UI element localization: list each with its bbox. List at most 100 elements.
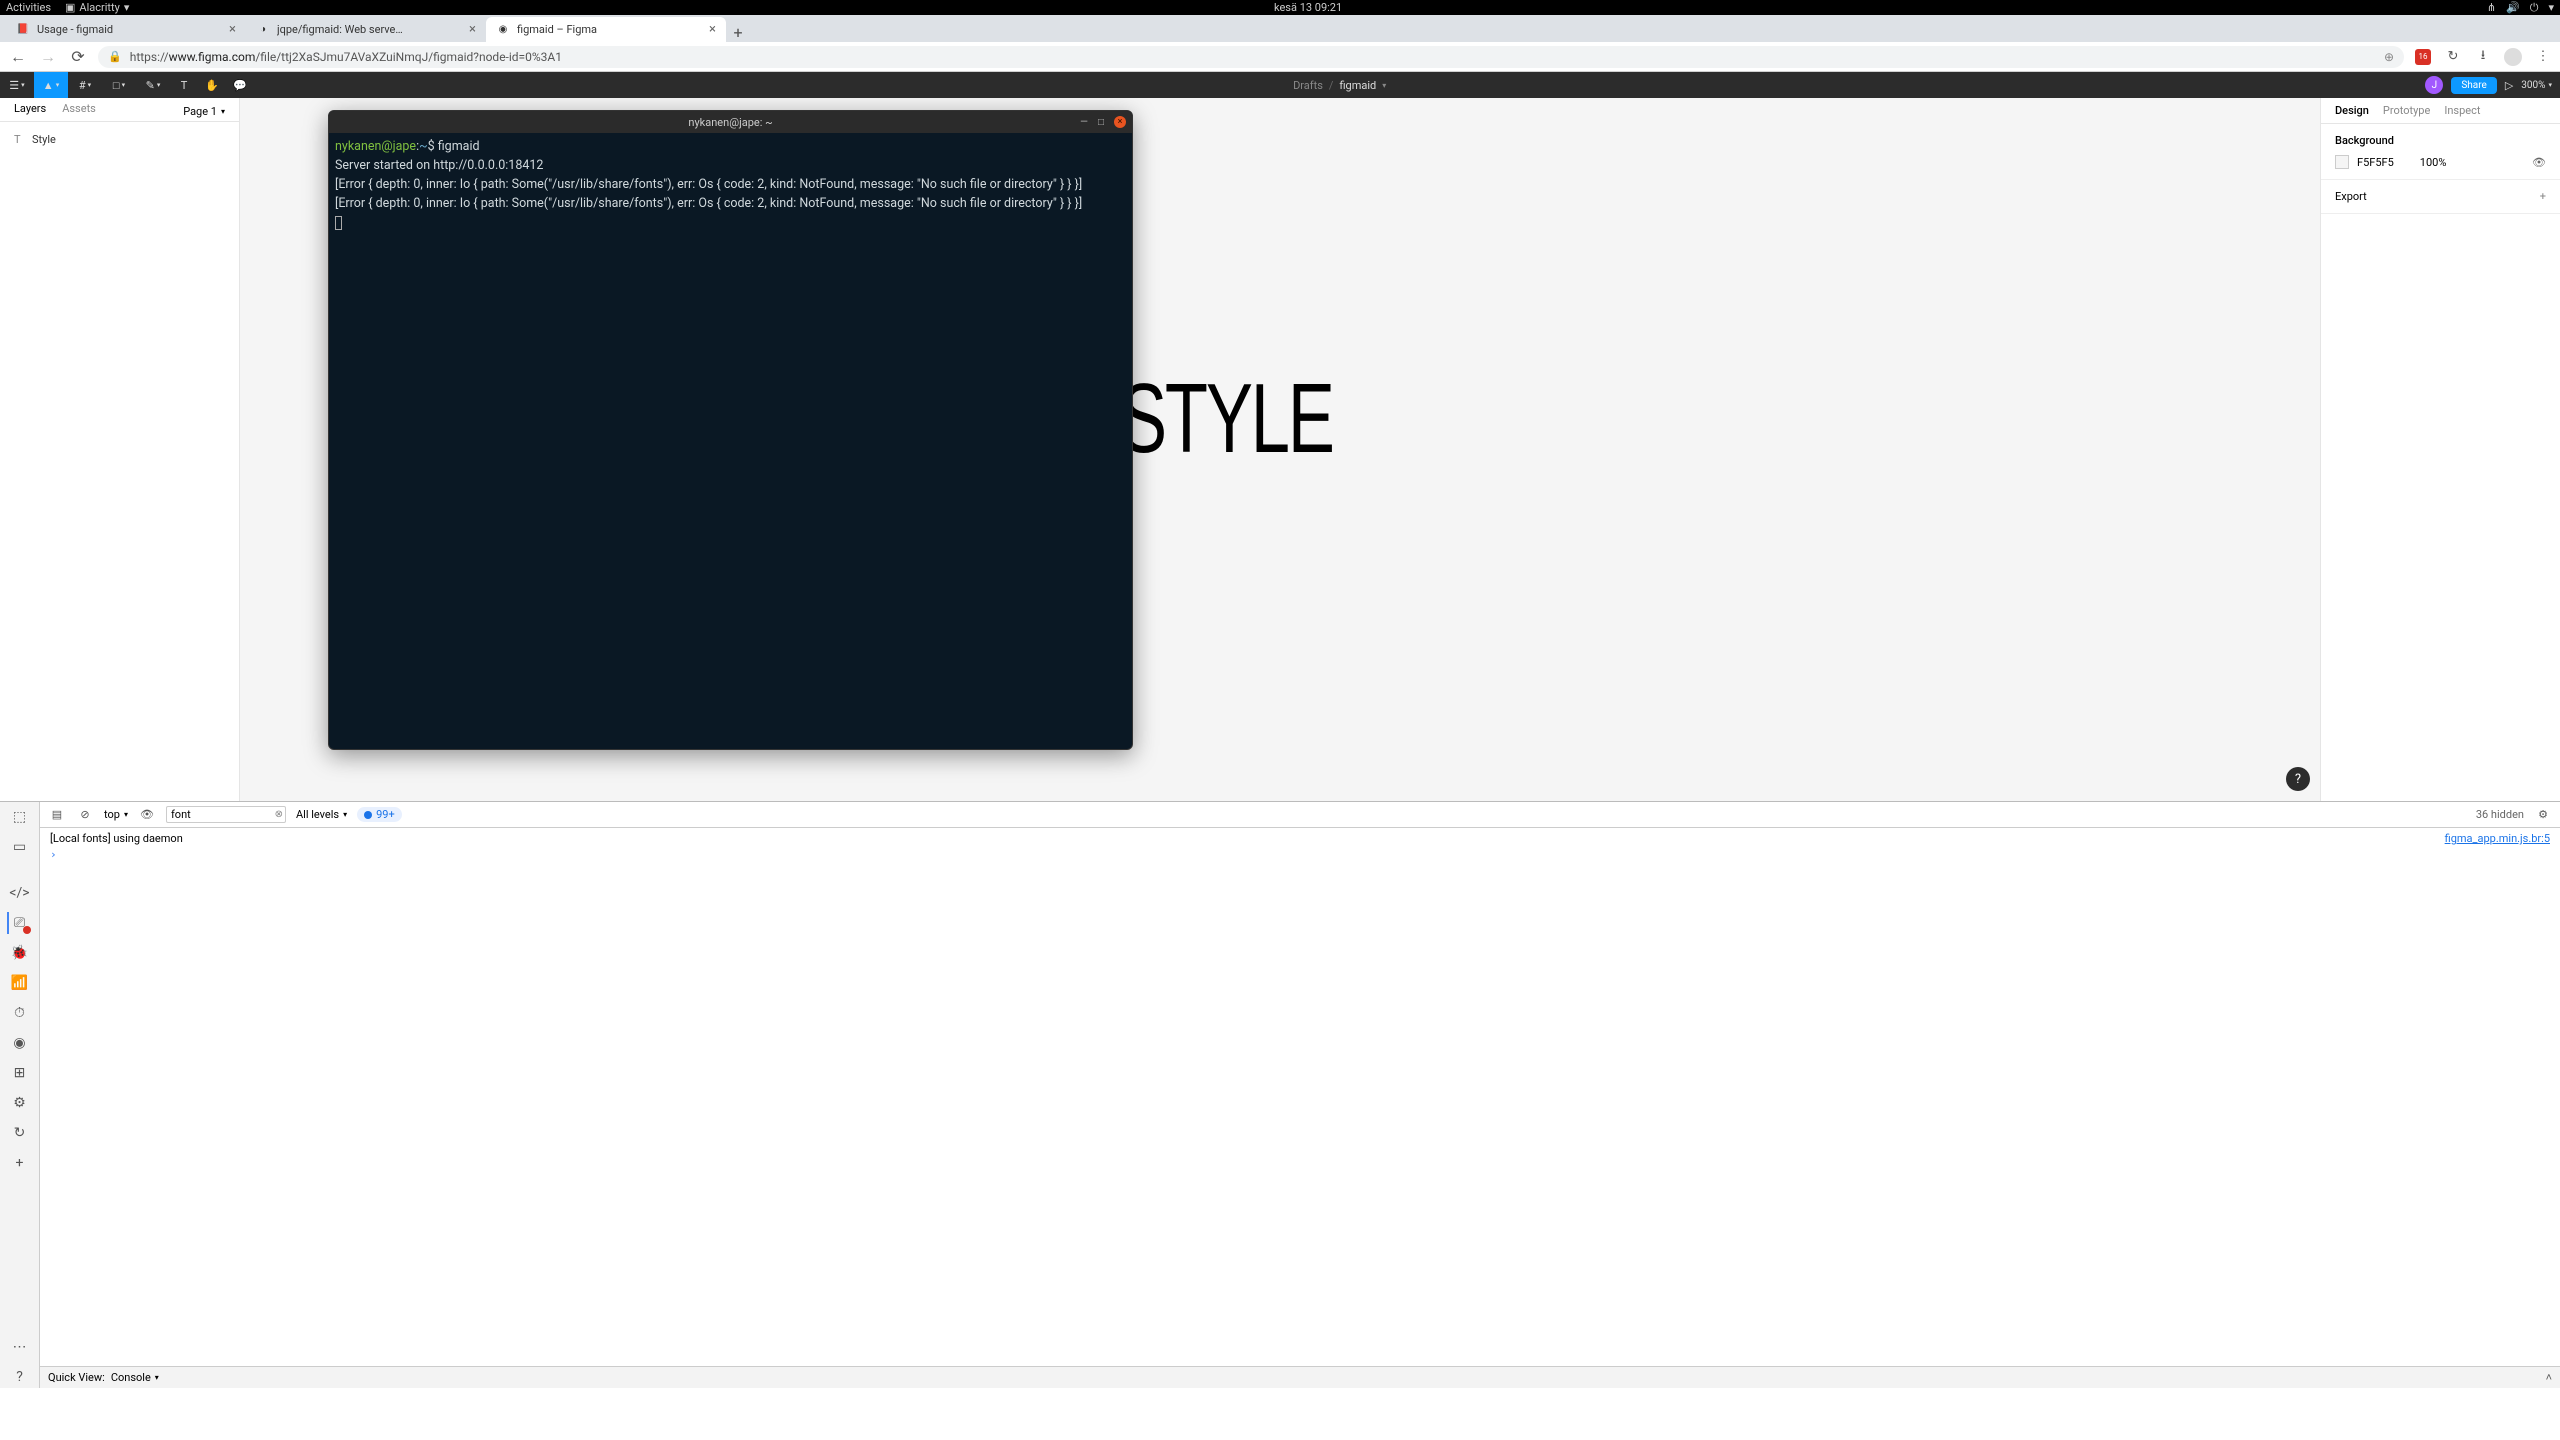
background-opacity[interactable]: 100%	[2420, 156, 2447, 169]
console-panel-icon[interactable]: ⎚	[9, 912, 31, 934]
clear-filter-icon[interactable]: ⊗	[275, 809, 283, 820]
performance-panel-icon[interactable]: ⏱	[9, 1002, 31, 1024]
security-panel-icon[interactable]: ⚙	[9, 1092, 31, 1114]
terminal-body[interactable]: nykanen@jape:~$ figmaid Server started o…	[329, 133, 1132, 749]
gnome-top-bar: Activities ▣ Alacritty ▾ kesä 13 09:21 ⋔…	[0, 0, 2560, 15]
console-filter-input[interactable]	[166, 806, 286, 823]
shape-tool[interactable]: □▾	[102, 72, 136, 98]
device-toolbar-icon[interactable]: ▭	[9, 836, 31, 858]
close-tab-icon[interactable]: ×	[469, 22, 476, 37]
reload-button[interactable]: ⟳	[68, 47, 88, 67]
console-settings-icon[interactable]: ⚙	[2534, 806, 2552, 824]
browser-tab[interactable]: ◑ jqpe/figmaid: Web serve… ×	[246, 17, 486, 42]
help-icon[interactable]: ?	[9, 1366, 31, 1388]
present-button[interactable]: ▷	[2505, 79, 2513, 92]
refresh-ext-icon[interactable]: ↻	[2444, 48, 2462, 66]
sidebar-toggle-icon[interactable]: ▤	[48, 806, 66, 824]
maximize-button[interactable]: □	[1098, 117, 1104, 128]
network-panel-icon[interactable]: 📶	[9, 972, 31, 994]
lock-icon[interactable]: 🔒	[108, 50, 122, 63]
browser-tab-active[interactable]: ◉ figmaid – Figma ×	[486, 17, 726, 42]
log-levels-selector[interactable]: All levels▾	[296, 808, 347, 821]
terminal-titlebar[interactable]: nykanen@jape: ~ — □ ×	[329, 111, 1132, 133]
design-tab[interactable]: Design	[2335, 104, 2369, 123]
hand-tool[interactable]: ✋	[198, 72, 226, 98]
chevron-down-icon[interactable]: ▾	[2548, 1, 2554, 14]
volume-icon[interactable]: 🔊	[2506, 1, 2520, 14]
close-tab-icon[interactable]: ×	[709, 22, 716, 37]
inspect-element-icon[interactable]: ⬚	[9, 806, 31, 828]
sources-panel-icon[interactable]: 🐞	[9, 942, 31, 964]
new-tab-button[interactable]: +	[726, 23, 750, 42]
network-icon[interactable]: ⋔	[2487, 1, 2496, 14]
share-button[interactable]: Share	[2451, 77, 2496, 94]
inspect-tab[interactable]: Inspect	[2444, 104, 2480, 123]
close-tab-icon[interactable]: ×	[229, 22, 236, 37]
background-hex[interactable]: F5F5F5	[2357, 156, 2394, 169]
extension-badge[interactable]: 16	[2414, 48, 2432, 66]
page-selector[interactable]: Page 1▾	[183, 102, 225, 121]
terminal-line: [Error { depth: 0, inner: Io { path: Som…	[335, 177, 1082, 192]
chevron-down-icon[interactable]: ▾	[1382, 81, 1386, 90]
console-log[interactable]: [Local fonts] using daemon figma_app.min…	[40, 828, 2560, 1366]
profile-avatar[interactable]	[2504, 48, 2522, 66]
frame-tool[interactable]: #▾	[68, 72, 102, 98]
figma-canvas[interactable]: STYLE nykanen@jape: ~ — □ × nykanen@jape…	[240, 98, 2320, 801]
application-panel-icon[interactable]: ⊞	[9, 1062, 31, 1084]
forward-button[interactable]: →	[38, 47, 58, 67]
help-button[interactable]: ?	[2286, 767, 2310, 791]
power-icon[interactable]: ⏻	[2530, 1, 2539, 15]
elements-panel-icon[interactable]: </>	[9, 882, 31, 904]
terminal-command: figmaid	[438, 139, 480, 154]
address-bar[interactable]: 🔒 https://www.figma.com/file/ttj2XaSJmu7…	[98, 46, 2404, 68]
devtools-rail: ⬚ ▭ </> ⎚ 🐞 📶 ⏱ ◉ ⊞ ⚙ ↻ + ⋯ ?	[0, 802, 40, 1388]
background-swatch[interactable]	[2335, 155, 2349, 169]
issues-chip[interactable]: 99+	[357, 807, 402, 822]
context-selector[interactable]: top▾	[104, 808, 128, 821]
downloads-icon[interactable]: ⭳	[2474, 48, 2492, 66]
prototype-tab[interactable]: Prototype	[2383, 104, 2430, 123]
source-link[interactable]: figma_app.min.js.br:5	[2445, 832, 2550, 845]
text-layer-icon: T	[14, 133, 24, 146]
zoom-select[interactable]: 300%▾	[2521, 80, 2552, 91]
minimize-button[interactable]: —	[1080, 117, 1088, 128]
close-button[interactable]: ×	[1114, 116, 1126, 128]
comment-tool[interactable]: 💬	[226, 72, 254, 98]
canvas-text-element[interactable]: STYLE	[1120, 374, 1333, 462]
devtools-statusbar: Quick View: Console▾ ˄	[40, 1366, 2560, 1388]
browser-tab[interactable]: 📕 Usage - figmaid ×	[6, 17, 246, 42]
assets-tab[interactable]: Assets	[62, 102, 96, 121]
favicon-book-icon: 📕	[16, 23, 30, 37]
collapse-drawer-icon[interactable]: ˄	[2546, 1371, 2552, 1384]
activities-button[interactable]: Activities	[6, 1, 51, 14]
pen-tool[interactable]: ✎▾	[136, 72, 170, 98]
tab-title: jqpe/figmaid: Web serve…	[277, 23, 462, 36]
layers-tab[interactable]: Layers	[14, 102, 46, 121]
figma-toolbar: ☰▾ ▲▾ #▾ □▾ ✎▾ T ✋ 💬 Drafts / figmaid ▾ …	[0, 72, 2560, 98]
back-button[interactable]: ←	[8, 47, 28, 67]
clock[interactable]: kesä 13 09:21	[129, 1, 2487, 14]
issue-dot-icon	[364, 811, 372, 819]
lighthouse-panel-icon[interactable]: ↻	[9, 1122, 31, 1144]
figma-body: Layers Assets Page 1▾ T Style STYLE nyka…	[0, 98, 2560, 801]
add-export-icon[interactable]: +	[2540, 190, 2546, 203]
visibility-toggle-icon[interactable]: 👁	[2532, 156, 2546, 169]
console-prompt[interactable]: ›	[40, 848, 2560, 861]
figma-menu[interactable]: ☰▾	[0, 72, 34, 98]
live-expression-icon[interactable]: 👁	[138, 806, 156, 824]
memory-panel-icon[interactable]: ◉	[9, 1032, 31, 1054]
clear-console-icon[interactable]: ⊘	[76, 806, 94, 824]
add-panel-icon[interactable]: +	[9, 1152, 31, 1174]
user-avatar[interactable]: J	[2425, 76, 2443, 94]
quick-view-selector[interactable]: Console▾	[111, 1371, 159, 1384]
text-tool[interactable]: T	[170, 72, 198, 98]
breadcrumb-root[interactable]: Drafts	[1293, 79, 1323, 92]
layer-item[interactable]: T Style	[14, 130, 225, 149]
move-tool[interactable]: ▲▾	[34, 72, 68, 98]
app-menu[interactable]: ▣ Alacritty ▾	[65, 1, 129, 14]
more-tools-icon[interactable]: ⋯	[9, 1336, 31, 1358]
breadcrumb-file[interactable]: figmaid	[1339, 79, 1376, 92]
hidden-count[interactable]: 36 hidden	[2476, 808, 2524, 821]
kebab-menu-icon[interactable]: ⋮	[2534, 48, 2552, 66]
install-app-icon[interactable]: ⊕	[2384, 50, 2394, 64]
